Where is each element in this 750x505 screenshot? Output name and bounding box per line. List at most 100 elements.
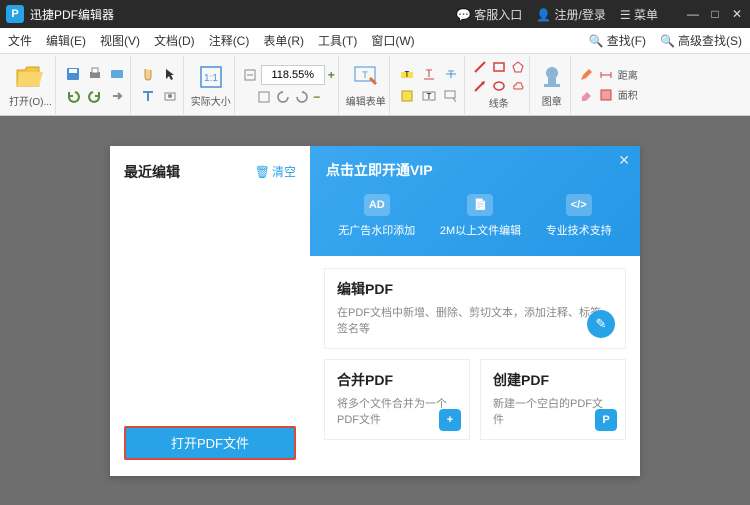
recent-list bbox=[124, 192, 296, 426]
textbox-icon[interactable]: T bbox=[419, 86, 439, 106]
text-ann-group: T T T T bbox=[394, 56, 465, 114]
vip-close-icon[interactable]: ✕ bbox=[618, 152, 630, 169]
vip-banner[interactable]: ✕ 点击立即开通VIP AD 无广告水印添加 📄 2M以上文件编辑 </> 专业… bbox=[310, 146, 640, 256]
menu-edit[interactable]: 编辑(E) bbox=[46, 32, 86, 49]
area-label: 面积 bbox=[618, 87, 638, 102]
select-icon[interactable] bbox=[160, 64, 180, 84]
menu-window[interactable]: 窗口(W) bbox=[371, 32, 414, 49]
distance-icon[interactable] bbox=[598, 67, 614, 83]
zoom-out-icon[interactable]: − bbox=[313, 90, 320, 104]
polygon-tool-icon[interactable] bbox=[510, 59, 526, 75]
edit-form-icon[interactable]: T bbox=[351, 62, 381, 92]
menubar: 文件 编辑(E) 视图(V) 文档(D) 注释(C) 表单(R) 工具(T) 窗… bbox=[0, 28, 750, 54]
vip-feature-noads: AD 无广告水印添加 bbox=[338, 194, 415, 238]
service-link[interactable]: 💬 客服入口 bbox=[456, 6, 522, 23]
file-icon: 📄 bbox=[467, 194, 493, 216]
open-pdf-button[interactable]: 打开PDF文件 bbox=[124, 426, 296, 460]
open-icon[interactable] bbox=[15, 62, 45, 92]
note-icon[interactable] bbox=[397, 86, 417, 106]
main-menu-link[interactable]: ☰ 菜单 bbox=[620, 6, 658, 23]
recent-title: 最近编辑 bbox=[124, 162, 180, 182]
save-icon[interactable] bbox=[63, 64, 83, 84]
svg-text:1:1: 1:1 bbox=[204, 73, 218, 84]
lines-label: 线条 bbox=[489, 95, 509, 110]
minimize-button[interactable]: — bbox=[686, 7, 700, 21]
redo-icon[interactable] bbox=[85, 86, 105, 106]
stamp-icon[interactable] bbox=[537, 62, 567, 92]
arrow-tool-icon[interactable] bbox=[472, 78, 488, 94]
close-button[interactable]: ✕ bbox=[730, 7, 744, 21]
vip-feature-large: 📄 2M以上文件编辑 bbox=[440, 194, 521, 238]
page-icon: P bbox=[595, 409, 617, 431]
text-select-icon[interactable] bbox=[138, 86, 158, 106]
eraser-icon[interactable] bbox=[578, 87, 594, 103]
welcome-panel: 最近编辑 🗑 清空 打开PDF文件 ✕ 点击立即开通VIP AD 无广告水印添加 bbox=[110, 146, 640, 476]
promo-panel: ✕ 点击立即开通VIP AD 无广告水印添加 📄 2M以上文件编辑 </> 专业… bbox=[310, 146, 640, 476]
fit-width-icon[interactable] bbox=[242, 67, 258, 83]
create-pdf-card[interactable]: 创建PDF 新建一个空白的PDF文件 P bbox=[480, 359, 626, 440]
fit-group: 1:1 实际大小 bbox=[188, 56, 235, 114]
edit-tools-group bbox=[135, 56, 184, 114]
hand-icon[interactable] bbox=[138, 64, 158, 84]
edit-form-group: T 编辑表单 bbox=[343, 56, 390, 114]
app-logo-icon: P bbox=[6, 5, 24, 23]
rotate-right-icon[interactable] bbox=[294, 89, 310, 105]
strikeout-icon[interactable]: T bbox=[441, 64, 461, 84]
cloud-tool-icon[interactable] bbox=[510, 78, 526, 94]
line-tool-icon[interactable] bbox=[472, 59, 488, 75]
open-group: 打开(O)... bbox=[6, 56, 56, 114]
create-card-title: 创建PDF bbox=[493, 370, 613, 390]
menu-form[interactable]: 表单(R) bbox=[263, 32, 304, 49]
redo2-icon[interactable] bbox=[107, 86, 127, 106]
open-label: 打开(O)... bbox=[9, 93, 52, 108]
clear-button[interactable]: 🗑 清空 bbox=[255, 163, 296, 180]
print-icon[interactable] bbox=[85, 64, 105, 84]
app-title: 迅捷PDF编辑器 bbox=[30, 6, 456, 23]
merge-icon: + bbox=[439, 409, 461, 431]
edit-card-desc: 在PDF文档中新增、删除、剪切文本，添加注释、标签、签名等 bbox=[337, 305, 613, 338]
code-icon: </> bbox=[566, 194, 592, 216]
menu-file[interactable]: 文件 bbox=[8, 32, 32, 49]
actual-size-icon[interactable]: 1:1 bbox=[196, 62, 226, 92]
shapes-group: 线条 bbox=[469, 56, 530, 114]
menu-tools[interactable]: 工具(T) bbox=[318, 32, 357, 49]
merge-pdf-card[interactable]: 合并PDF 将多个文件合并为一个PDF文件 + bbox=[324, 359, 470, 440]
svg-text:T: T bbox=[426, 92, 431, 101]
zoom-group: + − bbox=[239, 56, 339, 114]
ad-icon: AD bbox=[364, 194, 390, 216]
vip-title: 点击立即开通VIP bbox=[326, 160, 624, 180]
login-link[interactable]: 👤 注册/登录 bbox=[536, 6, 606, 23]
scan-icon[interactable] bbox=[107, 64, 127, 84]
pencil-icon[interactable] bbox=[578, 67, 594, 83]
maximize-button[interactable]: □ bbox=[708, 7, 722, 21]
svg-text:T: T bbox=[447, 69, 454, 81]
fit-page-icon[interactable] bbox=[256, 89, 272, 105]
menu-document[interactable]: 文档(D) bbox=[154, 32, 195, 49]
callout-icon[interactable] bbox=[441, 86, 461, 106]
undo-icon[interactable] bbox=[63, 86, 83, 106]
menu-view[interactable]: 视图(V) bbox=[100, 32, 140, 49]
edit-form-label: 编辑表单 bbox=[346, 93, 386, 108]
snapshot-icon[interactable] bbox=[160, 86, 180, 106]
advanced-find-button[interactable]: 🔍 高级查找(S) bbox=[660, 32, 742, 49]
underline-icon[interactable]: T bbox=[419, 64, 439, 84]
zoom-input[interactable] bbox=[261, 65, 325, 85]
measure-group: 距离 面积 bbox=[575, 56, 641, 114]
ellipse-tool-icon[interactable] bbox=[491, 78, 507, 94]
titlebar: P 迅捷PDF编辑器 💬 客服入口 👤 注册/登录 ☰ 菜单 — □ ✕ bbox=[0, 0, 750, 28]
edit-pdf-card[interactable]: 编辑PDF 在PDF文档中新增、删除、剪切文本，添加注释、标签、签名等 ✎ bbox=[324, 268, 626, 349]
zoom-in-icon[interactable]: + bbox=[328, 68, 335, 82]
rect-tool-icon[interactable] bbox=[491, 59, 507, 75]
pencil-icon: ✎ bbox=[587, 310, 615, 338]
recent-panel: 最近编辑 🗑 清空 打开PDF文件 bbox=[110, 146, 310, 476]
file-ops-group bbox=[60, 56, 131, 114]
svg-text:T: T bbox=[404, 70, 409, 79]
menu-comment[interactable]: 注释(C) bbox=[209, 32, 250, 49]
edit-card-title: 编辑PDF bbox=[337, 279, 613, 299]
stamp-group: 图章 bbox=[534, 56, 571, 114]
fit-label: 实际大小 bbox=[191, 93, 231, 108]
highlight-icon[interactable]: T bbox=[397, 64, 417, 84]
find-button[interactable]: 🔍 查找(F) bbox=[589, 32, 646, 49]
area-icon[interactable] bbox=[598, 87, 614, 103]
rotate-left-icon[interactable] bbox=[275, 89, 291, 105]
